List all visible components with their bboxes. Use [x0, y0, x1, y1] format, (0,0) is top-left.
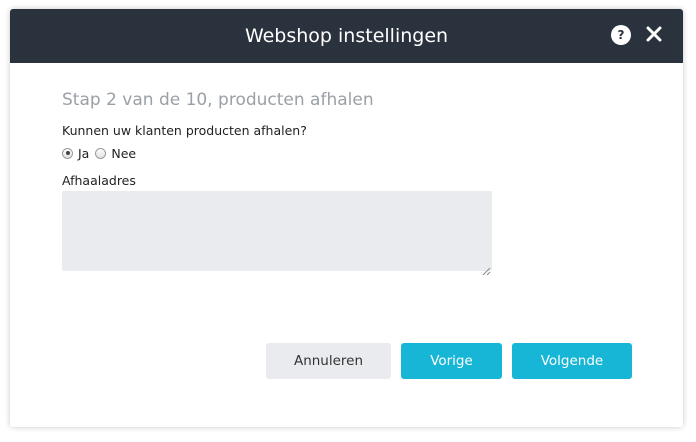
dialog-title: Webshop instellingen — [244, 25, 449, 47]
radio-yes-label[interactable]: Ja — [78, 146, 89, 161]
next-button[interactable]: Volgende — [512, 343, 632, 379]
previous-button[interactable]: Vorige — [401, 343, 502, 379]
radio-yes[interactable] — [62, 147, 73, 159]
pickup-options: Ja Nee — [62, 145, 142, 161]
close-icon[interactable] — [644, 24, 664, 44]
resize-grip-icon[interactable] — [482, 261, 491, 276]
help-icon[interactable]: ? — [611, 25, 631, 45]
settings-dialog: Webshop instellingen ? Stap 2 van de 10,… — [10, 9, 683, 427]
pickup-address-field[interactable] — [62, 191, 492, 271]
address-label: Afhaaladres — [62, 173, 136, 188]
step-title: Stap 2 van de 10, producten afhalen — [62, 90, 374, 110]
radio-no[interactable] — [95, 147, 107, 159]
cancel-button[interactable]: Annuleren — [266, 343, 391, 379]
dialog-header: Webshop instellingen ? — [10, 9, 683, 63]
radio-no-label[interactable]: Nee — [111, 146, 136, 161]
pickup-question: Kunnen uw klanten producten afhalen? — [62, 123, 307, 138]
